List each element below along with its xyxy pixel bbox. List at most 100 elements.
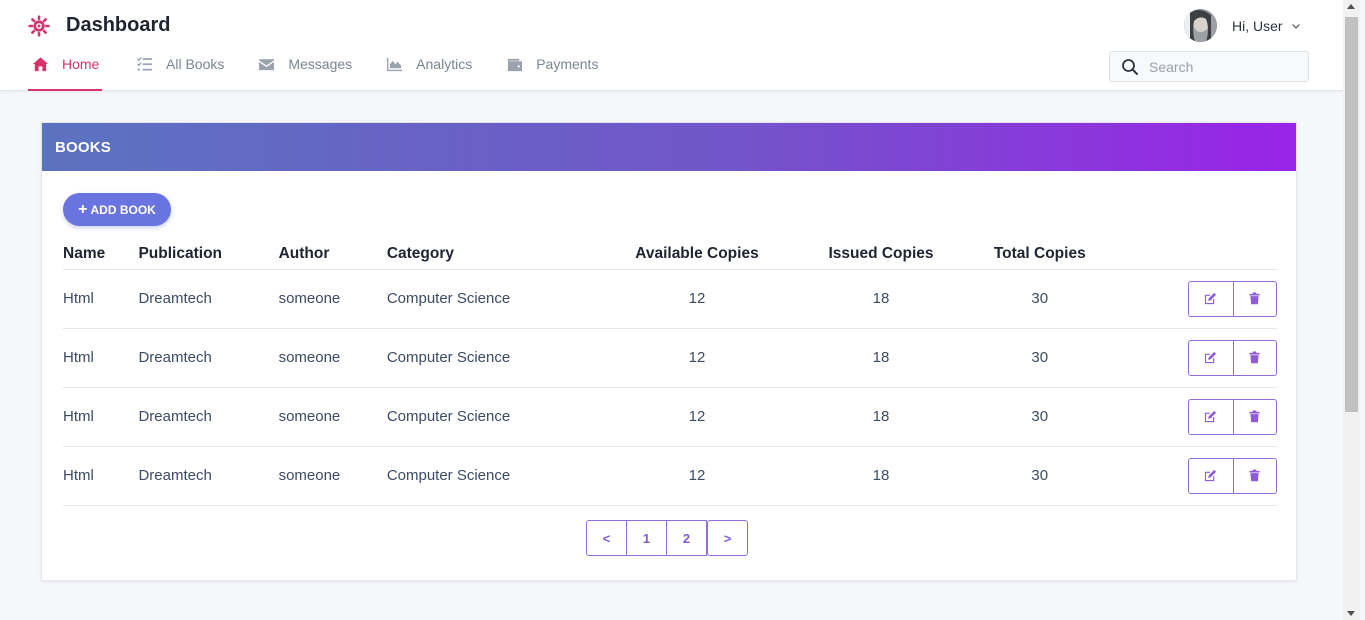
delete-button[interactable] xyxy=(1233,457,1277,494)
plus-icon: + xyxy=(78,200,88,218)
cell-name: Html xyxy=(63,387,139,447)
table-row: Html Dreamtech someone Computer Science … xyxy=(63,387,1277,447)
edit-icon xyxy=(1205,292,1217,305)
edit-icon xyxy=(1205,469,1217,482)
column-header-category[interactable]: Category xyxy=(386,239,595,270)
user-menu[interactable]: Hi, User xyxy=(1184,9,1301,42)
cell-total-copies: 30 xyxy=(962,446,1117,506)
cell-name: Html xyxy=(63,446,139,506)
nav-item-all-books[interactable]: All Books xyxy=(130,50,224,91)
cell-total-copies: 30 xyxy=(962,269,1117,329)
cell-author: someone xyxy=(278,387,387,447)
table-row: Html Dreamtech someone Computer Science … xyxy=(63,328,1277,388)
cell-available-copies: 12 xyxy=(594,387,800,447)
cell-total-copies: 30 xyxy=(962,328,1117,388)
cell-actions xyxy=(1116,328,1277,388)
books-card-header: BOOKS xyxy=(42,123,1296,171)
add-book-label: ADD BOOK xyxy=(90,202,156,217)
cell-actions xyxy=(1116,446,1277,506)
nav-item-payments[interactable]: Payments xyxy=(500,50,598,91)
column-header-available-copies[interactable]: Available Copies xyxy=(594,239,800,270)
scroll-thumb[interactable] xyxy=(1345,17,1358,412)
avatar xyxy=(1184,9,1217,42)
column-header-author[interactable]: Author xyxy=(278,239,387,270)
chevron-down-icon xyxy=(1291,23,1300,29)
cell-publication: Dreamtech xyxy=(138,269,279,329)
brand[interactable]: Dashboard xyxy=(28,14,170,37)
envelope-icon xyxy=(259,59,275,71)
scroll-up-arrow-icon[interactable] xyxy=(1347,4,1355,9)
column-header-total-copies[interactable]: Total Copies xyxy=(962,239,1117,270)
trash-icon xyxy=(1249,410,1261,423)
cell-publication: Dreamtech xyxy=(138,446,279,506)
cell-actions xyxy=(1116,269,1277,329)
books-table: Name Publication Author Category Availab… xyxy=(63,239,1277,506)
cell-author: someone xyxy=(278,328,387,388)
pagination-page-2[interactable]: 2 xyxy=(666,520,707,556)
cell-issued-copies: 18 xyxy=(799,328,963,388)
column-header-issued-copies[interactable]: Issued Copies xyxy=(799,239,963,270)
nav-item-label: Payments xyxy=(536,56,599,72)
delete-button[interactable] xyxy=(1233,280,1277,317)
cell-publication: Dreamtech xyxy=(138,387,279,447)
trash-icon xyxy=(1249,292,1261,305)
cell-author: someone xyxy=(278,269,387,329)
table-row: Html Dreamtech someone Computer Science … xyxy=(63,269,1277,329)
trash-icon xyxy=(1249,351,1261,364)
cell-category: Computer Science xyxy=(386,387,595,447)
nav-item-analytics[interactable]: Analytics xyxy=(380,50,472,91)
main-nav: Home All Books Messages Analytics Paymen… xyxy=(28,50,626,91)
home-icon xyxy=(32,57,49,72)
edit-button[interactable] xyxy=(1187,339,1234,376)
gear-logo-icon xyxy=(28,14,50,37)
cell-available-copies: 12 xyxy=(594,328,800,388)
cell-category: Computer Science xyxy=(386,446,595,506)
list-icon xyxy=(136,56,153,71)
nav-item-label: Home xyxy=(62,56,100,72)
pagination-next-button[interactable]: > xyxy=(707,520,748,556)
delete-button[interactable] xyxy=(1233,398,1277,435)
edit-icon xyxy=(1205,351,1217,364)
cell-name: Html xyxy=(63,328,139,388)
table-header-row: Name Publication Author Category Availab… xyxy=(63,239,1277,270)
books-card-title: BOOKS xyxy=(55,138,112,156)
cell-category: Computer Science xyxy=(386,269,595,329)
nav-item-messages[interactable]: Messages xyxy=(252,50,352,91)
column-header-actions xyxy=(1116,239,1277,270)
cell-issued-copies: 18 xyxy=(799,269,963,329)
page-title: Dashboard xyxy=(66,14,171,36)
trash-icon xyxy=(1249,469,1261,482)
cell-actions xyxy=(1116,387,1277,447)
page-scrollbar[interactable] xyxy=(1343,0,1360,620)
cell-issued-copies: 18 xyxy=(799,387,963,447)
books-card: BOOKS + ADD BOOK Name Publication Author… xyxy=(41,122,1297,581)
pagination-prev-button[interactable]: < xyxy=(586,520,627,556)
pagination: < 1 2 > xyxy=(586,520,748,556)
cell-name: Html xyxy=(63,269,139,329)
scroll-down-arrow-icon[interactable] xyxy=(1347,611,1355,616)
pagination-page-1[interactable]: 1 xyxy=(626,520,667,556)
add-book-button[interactable]: + ADD BOOK xyxy=(63,193,171,226)
top-header: Dashboard Hi, User Home All Books Messag… xyxy=(0,0,1343,91)
user-greeting: Hi, User xyxy=(1232,17,1283,34)
wallet-icon xyxy=(508,58,523,72)
cell-publication: Dreamtech xyxy=(138,328,279,388)
column-header-name[interactable]: Name xyxy=(63,239,139,270)
cell-issued-copies: 18 xyxy=(799,446,963,506)
delete-button[interactable] xyxy=(1233,339,1277,376)
column-header-publication[interactable]: Publication xyxy=(138,239,279,270)
edit-button[interactable] xyxy=(1187,280,1234,317)
search-icon[interactable] xyxy=(1121,58,1139,76)
cell-available-copies: 12 xyxy=(594,269,800,329)
edit-button[interactable] xyxy=(1187,457,1234,494)
edit-icon xyxy=(1205,410,1217,423)
nav-item-label: Messages xyxy=(288,56,353,72)
search-box xyxy=(1109,51,1309,82)
nav-item-label: Analytics xyxy=(416,56,473,72)
cell-category: Computer Science xyxy=(386,328,595,388)
nav-item-home[interactable]: Home xyxy=(28,50,102,91)
cell-available-copies: 12 xyxy=(594,446,800,506)
cell-total-copies: 30 xyxy=(962,387,1117,447)
search-input[interactable] xyxy=(1149,58,1289,75)
edit-button[interactable] xyxy=(1187,398,1234,435)
